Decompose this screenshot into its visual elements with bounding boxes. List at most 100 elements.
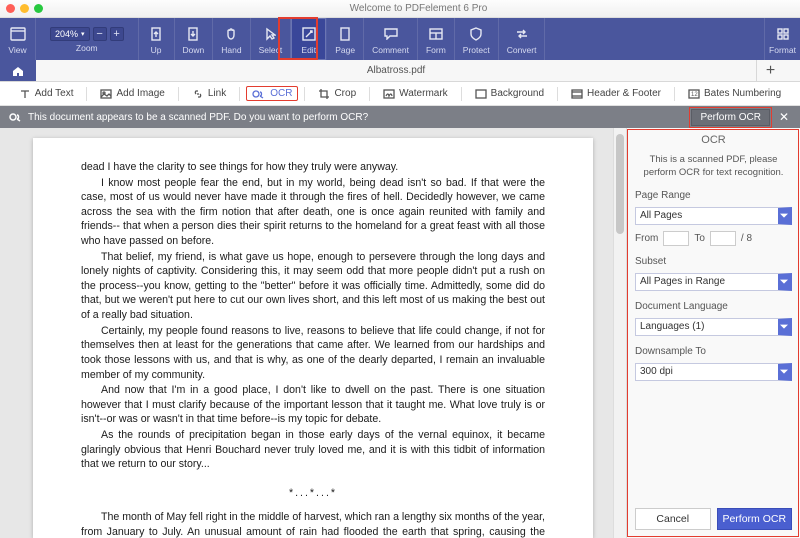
- downsample-select[interactable]: 300 dpi: [635, 363, 792, 381]
- document-tab[interactable]: Albatross.pdf: [36, 60, 756, 81]
- comment-button[interactable]: Comment: [364, 18, 418, 60]
- select-icon: [264, 25, 276, 43]
- edit-icon: [302, 25, 316, 43]
- background-button[interactable]: Background: [468, 85, 551, 102]
- add-text-button[interactable]: Add Text: [12, 85, 81, 103]
- add-image-button[interactable]: Add Image: [93, 85, 171, 102]
- separator: [557, 87, 558, 101]
- down-icon: [187, 25, 199, 43]
- zoom-value: 204%: [55, 29, 78, 39]
- home-icon: [11, 65, 25, 77]
- edit-button[interactable]: Edit: [291, 18, 327, 60]
- select-label: Select: [259, 45, 283, 55]
- comment-icon: [384, 25, 398, 43]
- header-footer-button[interactable]: Header & Footer: [564, 85, 668, 102]
- separator: [86, 87, 87, 101]
- crop-button[interactable]: Crop: [311, 85, 363, 103]
- page-range-value: All Pages: [640, 210, 682, 221]
- subset-select[interactable]: All Pages in Range: [635, 273, 792, 291]
- banner-perform-ocr-button[interactable]: Perform OCR: [691, 109, 770, 126]
- tab-filename: Albatross.pdf: [367, 65, 425, 76]
- crop-label: Crop: [334, 88, 356, 99]
- up-button[interactable]: Up: [139, 18, 175, 60]
- page-icon: [339, 25, 351, 43]
- document-viewport[interactable]: dead I have the clarity to see things fo…: [0, 128, 626, 538]
- link-button[interactable]: Link: [185, 85, 233, 102]
- form-label: Form: [426, 45, 446, 55]
- view-button[interactable]: View: [0, 18, 36, 60]
- ocr-icon: [252, 89, 266, 99]
- banner-message: This document appears to be a scanned PD…: [28, 112, 368, 123]
- ocr-button[interactable]: OCR: [246, 86, 298, 101]
- page-label: Page: [335, 45, 355, 55]
- protect-label: Protect: [463, 45, 490, 55]
- down-label: Down: [183, 45, 205, 55]
- watermark-icon: [383, 89, 395, 99]
- subset-value: All Pages in Range: [640, 276, 725, 287]
- hand-icon: [224, 25, 238, 43]
- home-button[interactable]: [0, 60, 36, 81]
- page-divider: *...*...*: [81, 486, 545, 501]
- up-icon: [150, 25, 162, 43]
- panel-title: OCR: [635, 134, 792, 146]
- main-area: dead I have the clarity to see things fo…: [0, 128, 800, 538]
- app-title: Welcome to PDFelement 6 Pro: [43, 3, 794, 14]
- title-bar: Welcome to PDFelement 6 Pro: [0, 0, 800, 18]
- view-icon: [10, 25, 26, 43]
- format-button[interactable]: Format: [764, 18, 800, 60]
- downsample-value: 300 dpi: [640, 366, 673, 377]
- from-input[interactable]: [663, 231, 689, 246]
- page-text: I know most people fear the end, but in …: [81, 176, 545, 249]
- edit-label: Edit: [301, 45, 316, 55]
- to-input[interactable]: [710, 231, 736, 246]
- zoom-out-button[interactable]: −: [93, 27, 107, 41]
- maximize-window-icon[interactable]: [34, 4, 43, 13]
- up-label: Up: [151, 45, 162, 55]
- subset-label: Subset: [635, 256, 792, 267]
- form-button[interactable]: Form: [418, 18, 455, 60]
- hand-button[interactable]: Hand: [213, 18, 250, 60]
- page-range-select[interactable]: All Pages: [635, 207, 792, 225]
- select-button[interactable]: Select: [251, 18, 292, 60]
- page-text: That belief, my friend, is what gave us …: [81, 250, 545, 323]
- separator: [304, 87, 305, 101]
- bates-label: Bates Numbering: [704, 88, 781, 99]
- document-tabs: Albatross.pdf +: [0, 60, 800, 82]
- separator: [461, 87, 462, 101]
- watermark-button[interactable]: Watermark: [376, 85, 455, 102]
- downsample-label: Downsample To: [635, 346, 792, 357]
- banner-close-button[interactable]: ✕: [776, 110, 792, 124]
- header-footer-label: Header & Footer: [587, 88, 661, 99]
- new-tab-button[interactable]: +: [756, 60, 784, 81]
- separator: [369, 87, 370, 101]
- convert-icon: [515, 25, 529, 43]
- zoom-value-select[interactable]: 204%▾: [50, 27, 90, 41]
- scrollbar-thumb[interactable]: [616, 134, 624, 234]
- convert-label: Convert: [507, 45, 537, 55]
- cancel-button[interactable]: Cancel: [635, 508, 711, 530]
- window-controls: [6, 4, 43, 13]
- language-select[interactable]: Languages (1): [635, 318, 792, 336]
- zoom-in-button[interactable]: +: [110, 27, 124, 41]
- link-icon: [192, 89, 204, 99]
- perform-ocr-button[interactable]: Perform OCR: [717, 508, 793, 530]
- down-button[interactable]: Down: [175, 18, 214, 60]
- zoom-label: Zoom: [76, 43, 98, 53]
- convert-button[interactable]: Convert: [499, 18, 546, 60]
- form-icon: [429, 25, 443, 43]
- bates-button[interactable]: 12 Bates Numbering: [681, 85, 788, 102]
- watermark-label: Watermark: [399, 88, 448, 99]
- minimize-window-icon[interactable]: [20, 4, 29, 13]
- protect-icon: [470, 25, 482, 43]
- total-pages: / 8: [741, 233, 752, 244]
- protect-button[interactable]: Protect: [455, 18, 499, 60]
- bates-icon: 12: [688, 89, 700, 99]
- separator: [674, 87, 675, 101]
- svg-text:12: 12: [691, 92, 698, 98]
- vertical-scrollbar[interactable]: [613, 128, 626, 538]
- close-window-icon[interactable]: [6, 4, 15, 13]
- page-button[interactable]: Page: [327, 18, 364, 60]
- view-label: View: [8, 45, 26, 55]
- background-label: Background: [491, 88, 544, 99]
- page-text: dead I have the clarity to see things fo…: [81, 160, 545, 175]
